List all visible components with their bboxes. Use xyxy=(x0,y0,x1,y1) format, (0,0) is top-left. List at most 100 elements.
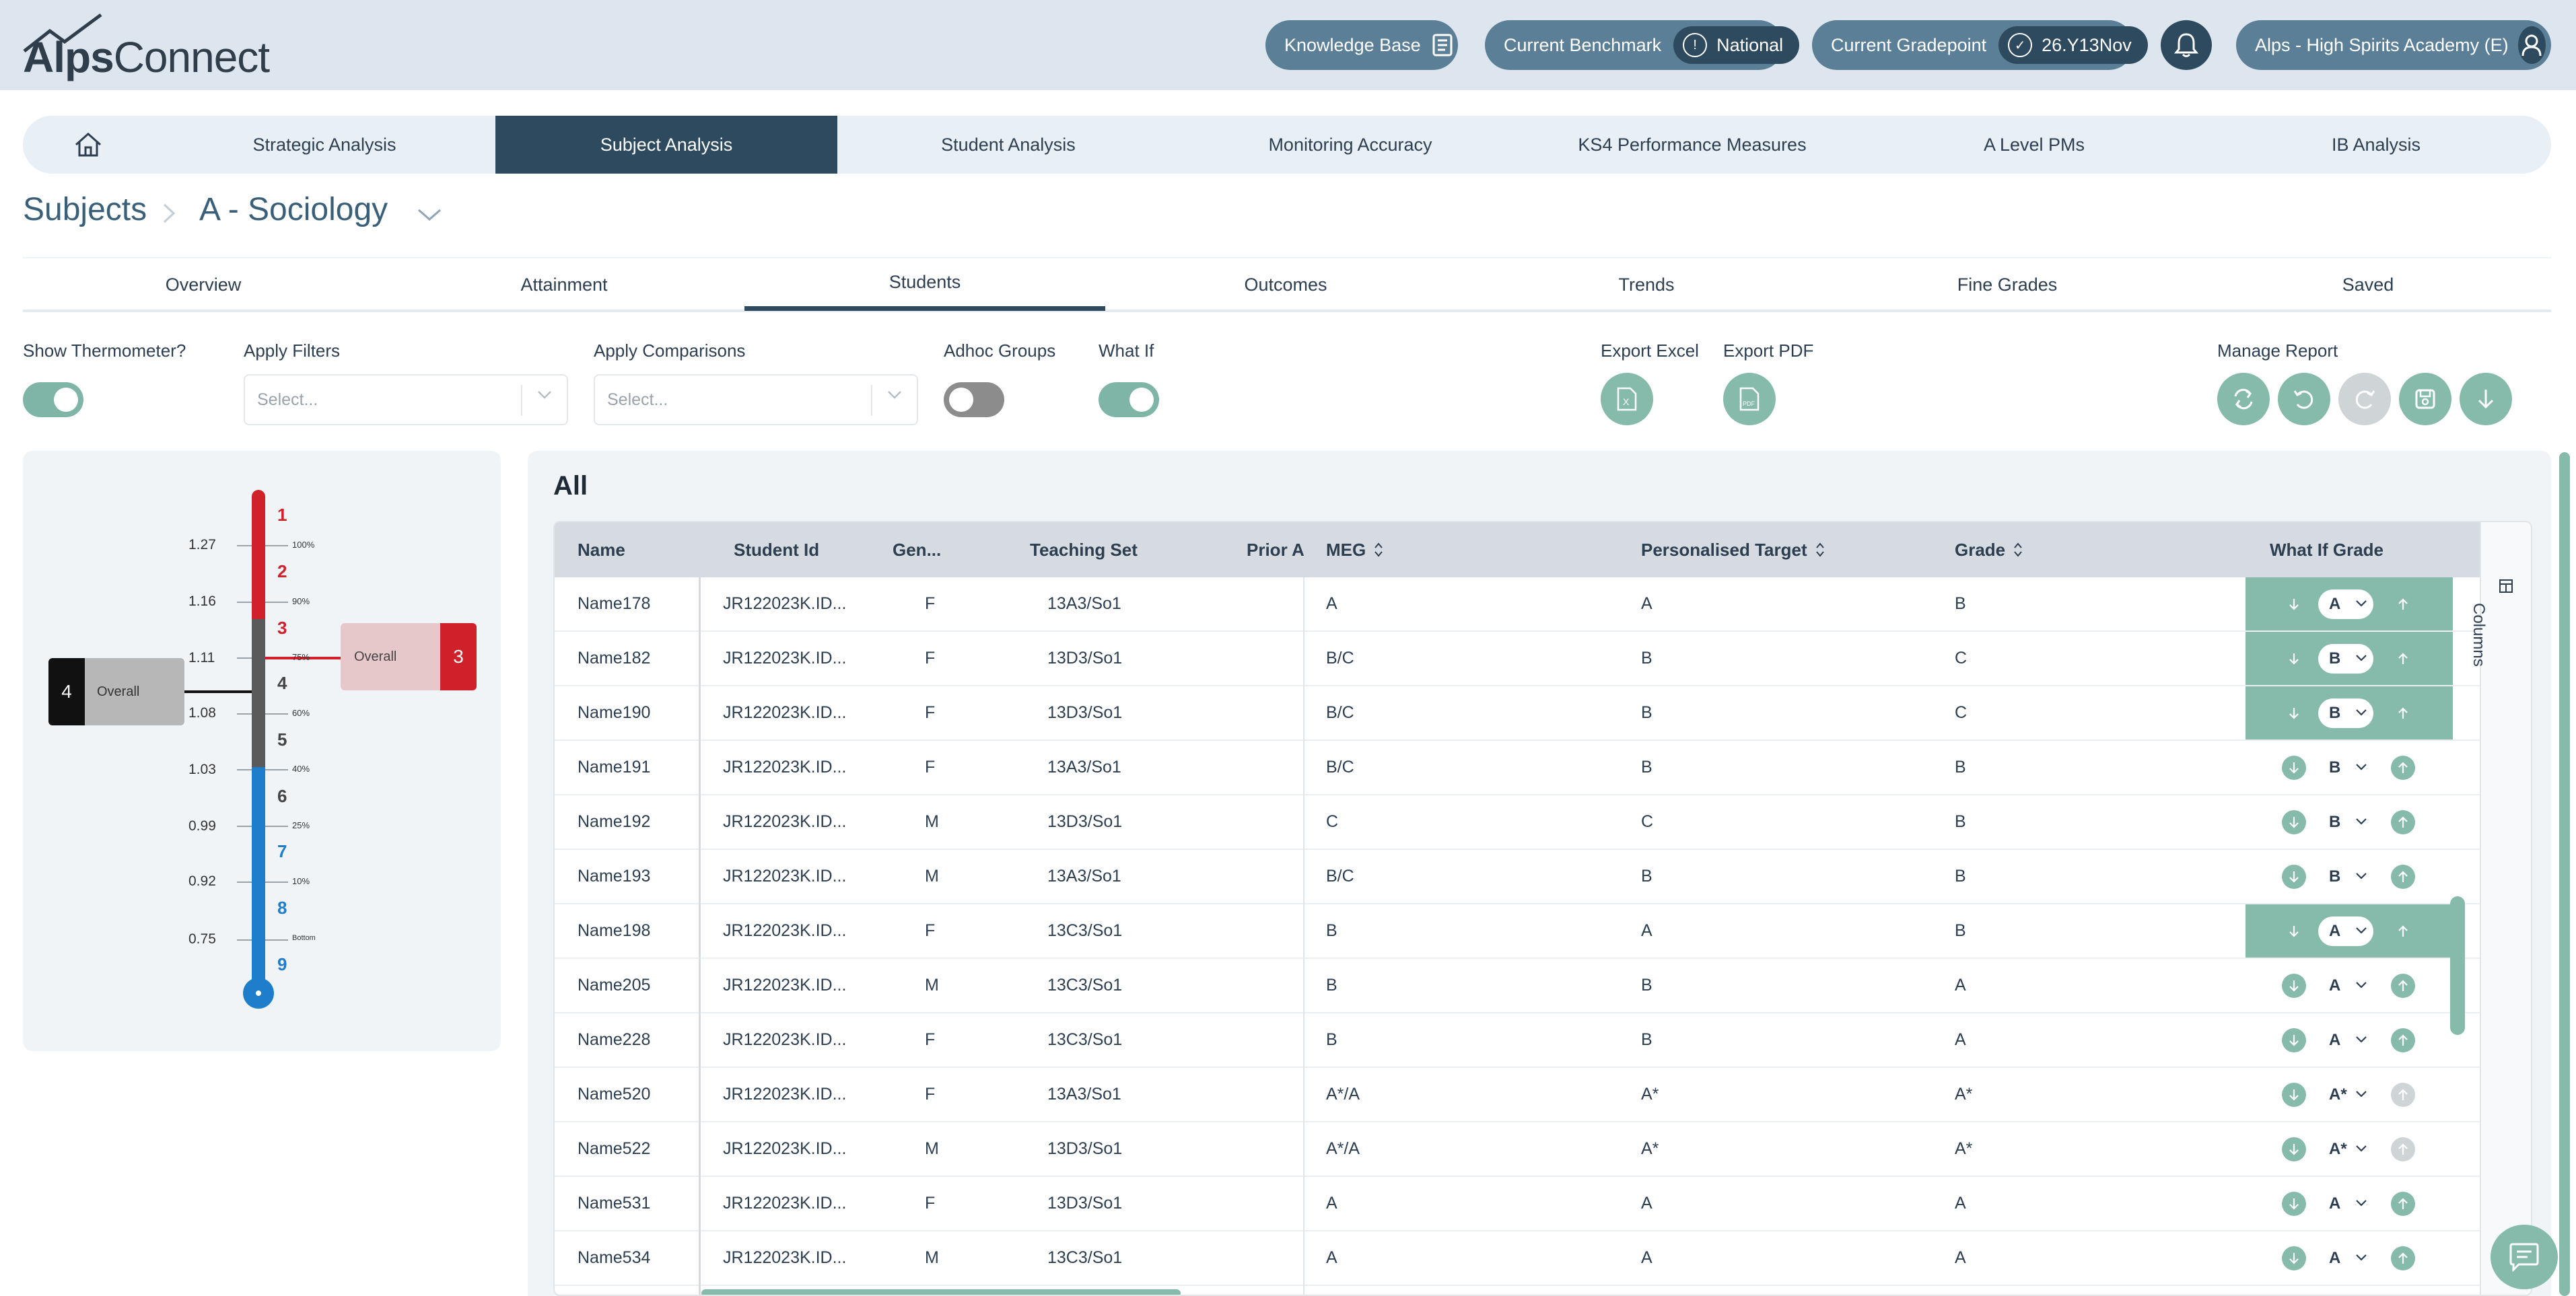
nav-ks4-performance-measures[interactable]: KS4 Performance Measures xyxy=(1521,116,1863,174)
column-header-teaching-set[interactable]: Teaching Set xyxy=(1030,522,1138,577)
what-if-grade-select[interactable]: A xyxy=(2318,1025,2373,1055)
nav-strategic-analysis[interactable]: Strategic Analysis xyxy=(153,116,495,174)
breadcrumb-current-subject[interactable]: A - Sociology xyxy=(199,191,388,228)
nav-student-analysis[interactable]: Student Analysis xyxy=(837,116,1179,174)
column-header-meg[interactable]: MEG xyxy=(1326,522,1383,577)
increase-grade-button[interactable] xyxy=(2391,1137,2415,1161)
undo-button[interactable] xyxy=(2278,373,2330,425)
alps-connect-logo[interactable]: AlpsConnect xyxy=(23,12,270,81)
column-header-grade[interactable]: Grade xyxy=(1955,522,2023,577)
decrease-grade-button[interactable] xyxy=(2282,756,2306,780)
increase-grade-button[interactable] xyxy=(2391,810,2415,834)
apply-filters-select[interactable]: Select... xyxy=(244,374,568,425)
increase-grade-button[interactable] xyxy=(2391,701,2415,725)
what-if-grade-select[interactable]: B xyxy=(2318,753,2373,783)
what-if-grade-select[interactable]: A xyxy=(2318,1189,2373,1219)
decrease-grade-button[interactable] xyxy=(2282,1192,2306,1216)
decrease-grade-button[interactable] xyxy=(2282,1083,2306,1107)
increase-grade-button[interactable] xyxy=(2391,1246,2415,1270)
table-row[interactable]: Name522 JR122023K.ID... M 13D3/So1 A*/A A* A* A… xyxy=(555,1122,2531,1177)
chat-support-button[interactable] xyxy=(2491,1225,2558,1289)
export-pdf-button[interactable]: PDF xyxy=(1723,373,1776,425)
page-vertical-scrollbar[interactable] xyxy=(2559,452,2570,1296)
table-vertical-scrollbar[interactable] xyxy=(2450,896,2465,1035)
decrease-grade-button[interactable] xyxy=(2282,1137,2306,1161)
increase-grade-button[interactable] xyxy=(2391,1192,2415,1216)
decrease-grade-button[interactable] xyxy=(2282,701,2306,725)
increase-grade-button[interactable] xyxy=(2391,1028,2415,1052)
table-row[interactable]: Name205 JR122023K.ID... M 13C3/So1 B B A A xyxy=(555,959,2531,1013)
column-header-student-id[interactable]: Student Id xyxy=(734,522,819,577)
table-row[interactable]: Name191 JR122023K.ID... F 13A3/So1 B/C B B B xyxy=(555,741,2531,795)
what-if-grade-select[interactable]: A* xyxy=(2318,1135,2373,1164)
show-thermometer-toggle[interactable] xyxy=(23,382,83,417)
nav-monitoring-accuracy[interactable]: Monitoring Accuracy xyxy=(1179,116,1521,174)
tab-students[interactable]: Students xyxy=(744,258,1105,311)
increase-grade-button[interactable] xyxy=(2391,865,2415,889)
what-if-grade-select[interactable]: A* xyxy=(2318,1080,2373,1110)
increase-grade-button[interactable] xyxy=(2391,1083,2415,1107)
overall-marker-right[interactable]: Overall 3 xyxy=(341,623,477,690)
redo-button[interactable] xyxy=(2338,373,2391,425)
what-if-toggle[interactable] xyxy=(1099,382,1159,417)
decrease-grade-button[interactable] xyxy=(2282,810,2306,834)
column-header-what-if-grade[interactable]: What If Grade xyxy=(2270,522,2383,577)
knowledge-base-button[interactable]: Knowledge Base xyxy=(1265,20,1458,70)
nav-a-level-pms[interactable]: A Level PMs xyxy=(1863,116,2205,174)
overall-marker-left[interactable]: 4 Overall xyxy=(48,658,184,725)
table-row[interactable]: Name178 JR122023K.ID... F 13A3/So1 A A B A xyxy=(555,577,2531,632)
tab-overview[interactable]: Overview xyxy=(23,258,384,311)
export-excel-button[interactable]: X xyxy=(1601,373,1653,425)
tab-saved[interactable]: Saved xyxy=(2188,258,2548,311)
download-report-button[interactable] xyxy=(2460,373,2512,425)
table-row[interactable]: Name520 JR122023K.ID... F 13A3/So1 A*/A A* A* A… xyxy=(555,1068,2531,1122)
what-if-grade-select[interactable]: A xyxy=(2318,971,2373,1001)
tab-attainment[interactable]: Attainment xyxy=(384,258,744,311)
table-row[interactable]: Name193 JR122023K.ID... M 13A3/So1 B/C B B B xyxy=(555,850,2531,904)
table-row[interactable]: Name192 JR122023K.ID... M 13D3/So1 C C B B xyxy=(555,795,2531,850)
decrease-grade-button[interactable] xyxy=(2282,1028,2306,1052)
what-if-grade-select[interactable]: A xyxy=(2318,916,2373,946)
table-row[interactable]: Name198 JR122023K.ID... F 13C3/So1 B A B A xyxy=(555,904,2531,959)
horizontal-scrollbar[interactable] xyxy=(701,1289,1181,1295)
decrease-grade-button[interactable] xyxy=(2282,647,2306,671)
table-row[interactable]: Name190 JR122023K.ID... F 13D3/So1 B/C B C B xyxy=(555,686,2531,741)
tab-trends[interactable]: Trends xyxy=(1466,258,1827,311)
column-header-name[interactable]: Name xyxy=(578,522,625,577)
column-header-personalised-target[interactable]: Personalised Target xyxy=(1641,522,1825,577)
what-if-grade-select[interactable]: A xyxy=(2318,1244,2373,1273)
tab-outcomes[interactable]: Outcomes xyxy=(1105,258,1466,311)
what-if-grade-select[interactable]: B xyxy=(2318,698,2373,728)
current-benchmark-pill[interactable]: Current Benchmark ! National xyxy=(1485,20,1800,70)
table-row[interactable]: Name228 JR122023K.ID... F 13C3/So1 B B A A xyxy=(555,1013,2531,1068)
breadcrumb-subjects[interactable]: Subjects xyxy=(23,191,147,228)
apply-comparisons-select[interactable]: Select... xyxy=(594,374,918,425)
increase-grade-button[interactable] xyxy=(2391,974,2415,998)
what-if-grade-select[interactable]: B xyxy=(2318,807,2373,837)
notifications-button[interactable] xyxy=(2161,20,2212,70)
save-report-button[interactable] xyxy=(2399,373,2451,425)
school-account-pill[interactable]: Alps - High Spirits Academy (E) xyxy=(2236,20,2551,70)
what-if-grade-select[interactable]: B xyxy=(2318,644,2373,674)
decrease-grade-button[interactable] xyxy=(2282,1246,2306,1270)
column-header-prior-attainment[interactable]: Prior A xyxy=(1247,522,1304,577)
swap-report-button[interactable] xyxy=(2217,373,2270,425)
what-if-grade-select[interactable]: A xyxy=(2318,589,2373,619)
what-if-grade-select[interactable]: B xyxy=(2318,862,2373,892)
table-row[interactable]: Name534 JR122023K.ID... M 13C3/So1 A A A A xyxy=(555,1231,2531,1286)
nav-subject-analysis[interactable]: Subject Analysis xyxy=(495,116,837,174)
tab-fine-grades[interactable]: Fine Grades xyxy=(1827,258,2188,311)
decrease-grade-button[interactable] xyxy=(2282,865,2306,889)
increase-grade-button[interactable] xyxy=(2391,647,2415,671)
table-row[interactable]: Name531 JR122023K.ID... F 13D3/So1 A A A A xyxy=(555,1177,2531,1231)
current-gradepoint-pill[interactable]: Current Gradepoint ✓ 26.Y13Nov xyxy=(1812,20,2148,70)
table-row[interactable]: Name182 JR122023K.ID... F 13D3/So1 B/C B C B xyxy=(555,632,2531,686)
increase-grade-button[interactable] xyxy=(2391,919,2415,943)
decrease-grade-button[interactable] xyxy=(2282,919,2306,943)
subject-dropdown-chevron-icon[interactable] xyxy=(416,206,443,223)
decrease-grade-button[interactable] xyxy=(2282,974,2306,998)
nav-ib-analysis[interactable]: IB Analysis xyxy=(2205,116,2547,174)
column-header-gender[interactable]: Gen... xyxy=(893,522,941,577)
home-nav-button[interactable] xyxy=(23,116,153,174)
increase-grade-button[interactable] xyxy=(2391,756,2415,780)
